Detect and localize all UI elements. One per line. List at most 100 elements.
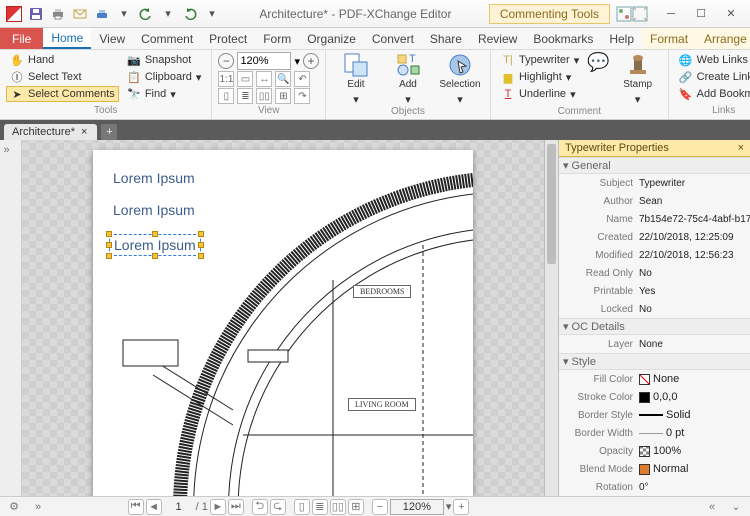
- group-label-view: View: [218, 105, 319, 118]
- section-general[interactable]: ▾General: [559, 157, 750, 174]
- menu-comment[interactable]: Comment: [133, 28, 201, 49]
- scrollbar-thumb[interactable]: [547, 144, 556, 264]
- panel-close-icon[interactable]: ×: [738, 142, 744, 154]
- facing-cont-icon[interactable]: ⊞: [348, 499, 364, 515]
- zoom-actual-icon[interactable]: 1:1: [218, 71, 234, 87]
- window-title: Architecture* - PDF-XChange Editor: [222, 7, 489, 21]
- rotate-ccw-icon[interactable]: ↶: [294, 71, 310, 87]
- typewriter-annotation-selected[interactable]: Lorem Ipsum: [109, 234, 201, 256]
- prop-name: Name7b154e72-75c4-4abf-b17d21be2...: [559, 210, 750, 228]
- snapshot-tool[interactable]: 📷Snapshot: [123, 52, 206, 68]
- fit-page-icon[interactable]: ▭: [237, 71, 253, 87]
- select-text-tool[interactable]: ⒾSelect Text: [6, 69, 119, 85]
- undo-icon[interactable]: [136, 4, 156, 24]
- menu-format[interactable]: Format: [642, 28, 696, 49]
- new-tab-button[interactable]: +: [101, 124, 117, 140]
- expand-pane-icon[interactable]: »: [4, 144, 18, 158]
- snapshot-label: Snapshot: [145, 54, 191, 66]
- next-page-button[interactable]: ►: [210, 499, 226, 515]
- stamp-icon: [625, 52, 651, 78]
- add-bookmark-button[interactable]: 🔖Add Bookmark: [675, 86, 750, 102]
- section-oc[interactable]: ▾OC Details: [559, 318, 750, 335]
- menu-review[interactable]: Review: [470, 28, 525, 49]
- menu-view[interactable]: View: [91, 28, 133, 49]
- prev-page-button[interactable]: ◄: [146, 499, 162, 515]
- vertical-scrollbar[interactable]: [544, 140, 558, 496]
- mail-icon[interactable]: [70, 4, 90, 24]
- hand-tool[interactable]: ✋Hand: [6, 52, 119, 68]
- document-viewer[interactable]: Lorem Ipsum Lorem Ipsum Lorem Ipsum BEDR…: [22, 140, 544, 496]
- first-page-button[interactable]: ⏮: [128, 499, 144, 515]
- close-button[interactable]: ✕: [716, 3, 746, 25]
- zoom-out-status[interactable]: −: [372, 499, 388, 515]
- underline-button[interactable]: TUnderline▾: [497, 86, 583, 102]
- menu-help[interactable]: Help: [601, 28, 642, 49]
- expand-left-icon[interactable]: »: [30, 499, 46, 515]
- find-tool[interactable]: 🔭Find▾: [123, 86, 206, 102]
- menu-home[interactable]: Home: [43, 28, 91, 49]
- facing-icon[interactable]: ▯▯: [330, 499, 346, 515]
- stroke-value: 0,0,0: [653, 391, 677, 403]
- fit-icon[interactable]: [632, 6, 648, 22]
- minimize-button[interactable]: ─: [656, 3, 686, 25]
- clipboard-tool[interactable]: 📋Clipboard▾: [123, 69, 206, 85]
- menu-file[interactable]: File: [0, 28, 43, 49]
- nav-fwd-button[interactable]: ⮎: [270, 499, 286, 515]
- fill-swatch-icon: [639, 374, 650, 385]
- page-single-icon[interactable]: ▯: [218, 88, 234, 104]
- menu-arrange[interactable]: Arrange: [696, 28, 750, 49]
- prop-author: AuthorSean: [559, 192, 750, 210]
- typewriter-button[interactable]: T|Typewriter▾: [497, 52, 583, 68]
- chevron-down-icon: ▾: [170, 88, 176, 101]
- continuous-icon[interactable]: ≣: [312, 499, 328, 515]
- selection-button[interactable]: Selection▾: [436, 52, 484, 106]
- menu-form[interactable]: Form: [255, 28, 299, 49]
- tab-close-icon[interactable]: ×: [81, 126, 87, 138]
- redo-icon[interactable]: [180, 4, 200, 24]
- fit-width-icon[interactable]: ↔: [256, 71, 272, 87]
- zoom-status-input[interactable]: [390, 499, 444, 515]
- scan-icon[interactable]: [92, 4, 112, 24]
- stamp-button[interactable]: Stamp▾: [614, 52, 662, 106]
- document-tab[interactable]: Architecture*×: [4, 124, 97, 140]
- collapse-right-icon[interactable]: «: [704, 499, 720, 515]
- menu-share[interactable]: Share: [422, 28, 470, 49]
- add-button[interactable]: TAdd▾: [384, 52, 432, 106]
- chevron-down-icon[interactable]: ▾: [294, 55, 300, 68]
- nav-back-button[interactable]: ⮌: [252, 499, 268, 515]
- page-layout-icon[interactable]: ⊞: [275, 88, 291, 104]
- menu-protect[interactable]: Protect: [201, 28, 255, 49]
- print-icon[interactable]: [48, 4, 68, 24]
- select-comments-tool[interactable]: ➤Select Comments: [6, 86, 119, 102]
- highlight-button[interactable]: ▆Highlight▾: [497, 69, 583, 85]
- maximize-button[interactable]: ☐: [686, 3, 716, 25]
- chevron-down-icon[interactable]: ▾: [446, 500, 452, 513]
- page-facing-icon[interactable]: ▯▯: [256, 88, 272, 104]
- section-style[interactable]: ▾Style: [559, 353, 750, 370]
- page-current-input[interactable]: [164, 501, 194, 513]
- options-icon[interactable]: ⚙: [6, 499, 22, 515]
- menu-convert[interactable]: Convert: [364, 28, 422, 49]
- chevron-down-icon[interactable]: ▾: [202, 4, 222, 24]
- last-page-button[interactable]: ⏭: [228, 499, 244, 515]
- single-page-icon[interactable]: ▯: [294, 499, 310, 515]
- menu-organize[interactable]: Organize: [299, 28, 364, 49]
- create-link-button[interactable]: 🔗Create Link: [675, 69, 750, 85]
- expand-down-icon[interactable]: ⌄: [728, 499, 744, 515]
- chevron-down-icon[interactable]: ▾: [158, 4, 178, 24]
- chevron-down-icon[interactable]: ▾: [114, 4, 134, 24]
- menu-bookmarks[interactable]: Bookmarks: [525, 28, 601, 49]
- page-cont-icon[interactable]: ≣: [237, 88, 253, 104]
- blend-swatch-icon: [639, 464, 650, 475]
- zoom-in-button[interactable]: +: [303, 53, 319, 69]
- rotate-cw-icon[interactable]: ↷: [294, 88, 310, 104]
- zoom-input[interactable]: [237, 52, 291, 70]
- zoom-region-icon[interactable]: 🔍: [275, 71, 291, 87]
- zoom-in-status[interactable]: +: [453, 499, 469, 515]
- zoom-out-button[interactable]: −: [218, 53, 234, 69]
- launch-tool-icon[interactable]: [616, 6, 632, 22]
- save-icon[interactable]: [26, 4, 46, 24]
- edit-button[interactable]: Edit▾: [332, 52, 380, 106]
- note-icon[interactable]: 💬: [587, 52, 609, 73]
- web-links-button[interactable]: 🌐Web Links▾: [675, 52, 750, 68]
